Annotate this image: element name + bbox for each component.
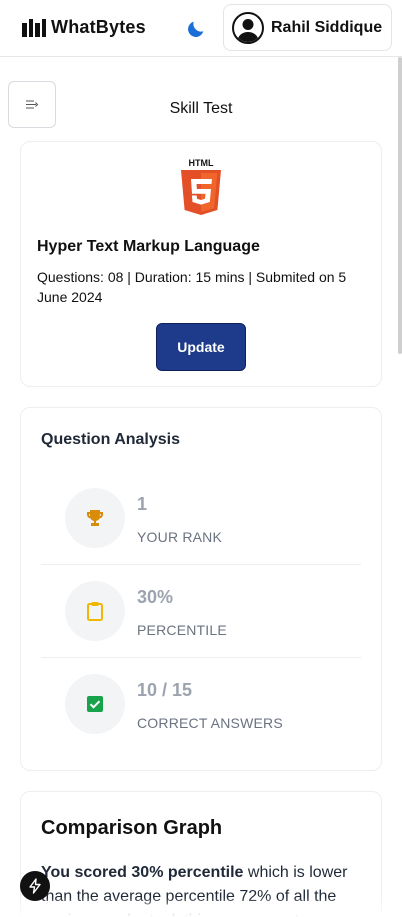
comparison-graph-card: Comparison Graph You scored 30% percenti… — [20, 791, 382, 917]
course-title: Hyper Text Markup Language — [37, 238, 260, 255]
page-title: Skill Test — [169, 100, 233, 117]
question-analysis-card: Question Analysis 1 YOUR RANK 30% PERCEN… — [20, 407, 382, 771]
section-title: Question Analysis — [41, 431, 180, 448]
graph-description: You scored 30% percentile which is lower… — [41, 861, 366, 917]
clipboard-icon — [87, 602, 103, 621]
svg-text:HTML: HTML — [189, 158, 214, 168]
course-meta: Questions: 08 | Duration: 15 mins | Subm… — [37, 269, 347, 305]
whatbytes-logo-icon — [22, 18, 46, 37]
correct-answers-value: 10 / 15 — [137, 680, 193, 700]
stat-correct-answers: 10 / 15 CORRECT ANSWERS — [41, 658, 361, 751]
brand-logo[interactable]: WhatBytes — [22, 17, 146, 38]
moon-icon[interactable] — [185, 18, 207, 40]
stat-icon-circle — [65, 581, 125, 641]
trophy-icon — [87, 510, 103, 526]
avatar — [232, 11, 264, 44]
correct-answers-label: CORRECT ANSWERS — [137, 715, 283, 731]
stat-percentile: 30% PERCENTILE — [41, 565, 361, 658]
stat-rank: 1 YOUR RANK — [41, 472, 361, 565]
percentile-label: PERCENTILE — [137, 622, 227, 638]
user-name: Rahil Siddique — [271, 18, 383, 36]
graph-highlight: You scored 30% percentile — [41, 864, 244, 881]
rank-label: YOUR RANK — [137, 529, 223, 545]
percentile-value: 30% — [137, 587, 174, 607]
course-card: HTML Hyper Text Markup Language Question… — [20, 141, 382, 387]
graph-title: Comparison Graph — [41, 817, 223, 839]
top-header: WhatBytes Rahil Siddique — [0, 0, 402, 57]
bolt-button[interactable] — [20, 871, 50, 901]
user-avatar-icon — [237, 18, 259, 42]
rank-value: 1 — [137, 494, 148, 514]
brand-name: WhatBytes — [51, 17, 146, 37]
html5-logo-icon: HTML — [181, 158, 221, 215]
check-square-icon — [87, 696, 103, 712]
user-profile-button[interactable]: Rahil Siddique — [223, 4, 392, 51]
stat-icon-circle — [65, 674, 125, 734]
stat-icon-circle — [65, 488, 125, 548]
update-button[interactable]: Update — [156, 323, 246, 371]
lightning-icon — [29, 878, 41, 894]
